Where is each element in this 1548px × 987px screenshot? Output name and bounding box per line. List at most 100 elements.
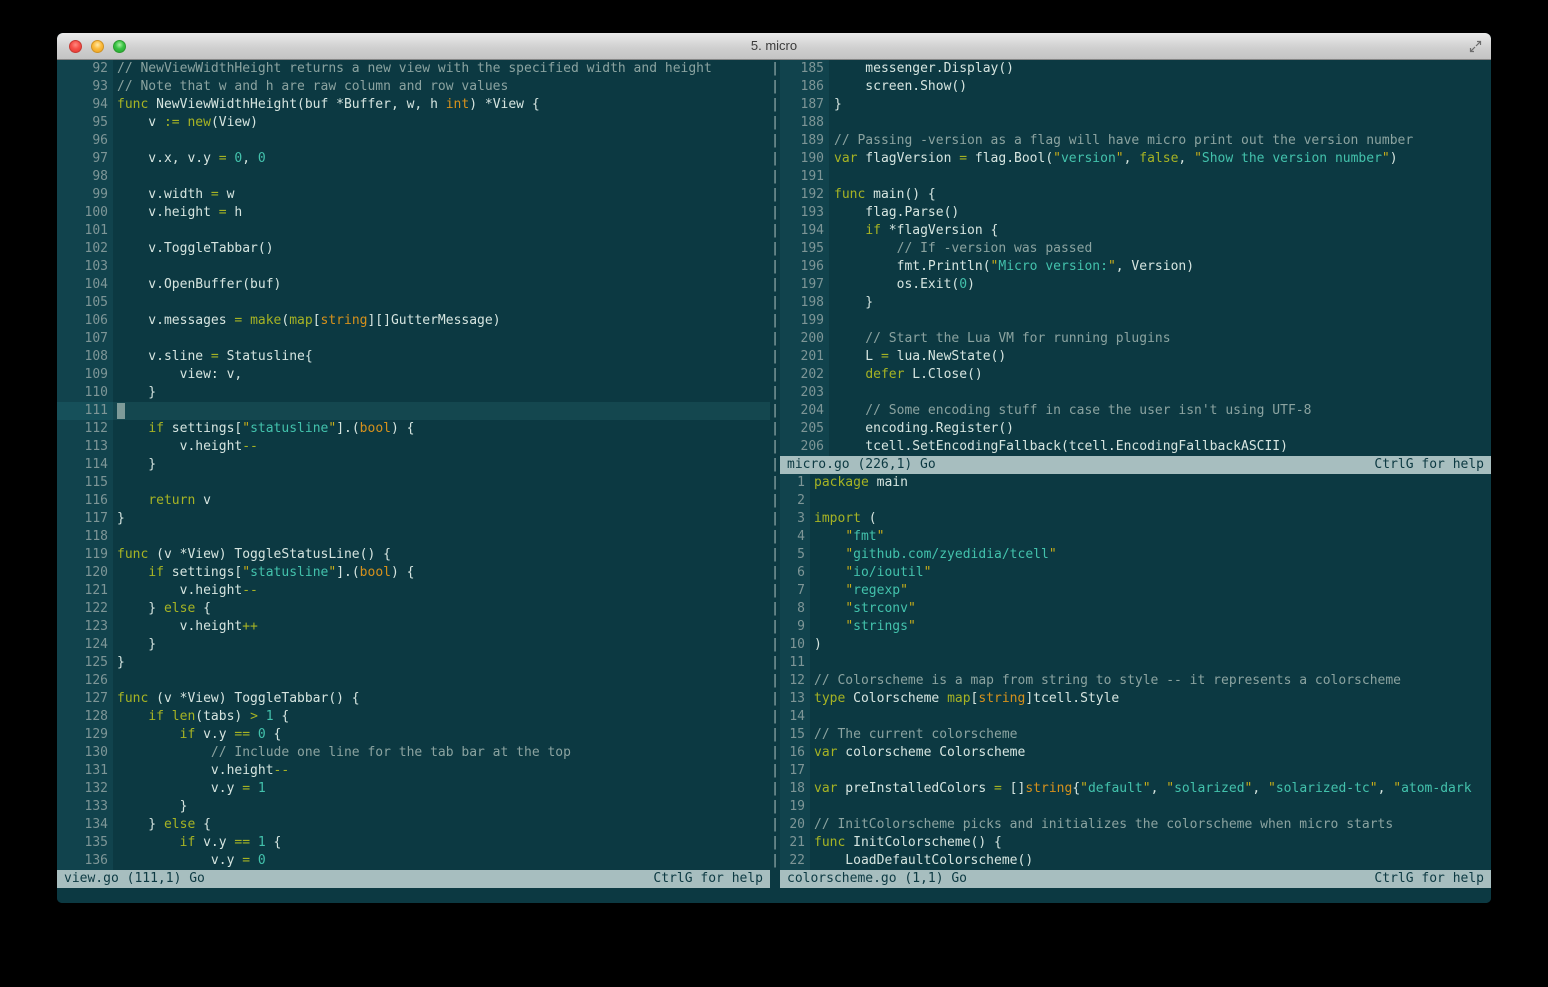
code-line[interactable]: 4 "fmt" bbox=[780, 528, 1491, 546]
code-line[interactable]: 135 if v.y == 1 { bbox=[57, 834, 770, 852]
code-line[interactable]: 136 v.y = 0 bbox=[57, 852, 770, 870]
code-line[interactable]: 124 } bbox=[57, 636, 770, 654]
code-line[interactable]: 201 L = lua.NewState() bbox=[780, 348, 1491, 366]
code-line[interactable]: 107 bbox=[57, 330, 770, 348]
code-line[interactable]: 187} bbox=[780, 96, 1491, 114]
code-line[interactable]: 121 v.height-- bbox=[57, 582, 770, 600]
code-line[interactable]: 198 } bbox=[780, 294, 1491, 312]
code-line[interactable]: 122 } else { bbox=[57, 600, 770, 618]
code-line[interactable]: 125} bbox=[57, 654, 770, 672]
code-line[interactable]: 5 "github.com/zyedidia/tcell" bbox=[780, 546, 1491, 564]
code-line[interactable]: 119 func (v *View) ToggleStatusLine() { bbox=[57, 546, 770, 564]
code-line[interactable]: 12 // Colorscheme is a map from string to… bbox=[780, 672, 1491, 690]
line-number: 185 bbox=[780, 60, 829, 78]
code-line[interactable]: 126 bbox=[57, 672, 770, 690]
code-line[interactable]: 127 func (v *View) ToggleTabbar() { bbox=[57, 690, 770, 708]
line-number: 194 bbox=[780, 222, 829, 240]
code-line[interactable]: 11 bbox=[780, 654, 1491, 672]
code-line[interactable]: 96 bbox=[57, 132, 770, 150]
code-line[interactable]: 95 v := new(View) bbox=[57, 114, 770, 132]
code-line[interactable]: 115 bbox=[57, 474, 770, 492]
code-line[interactable]: 6 "io/ioutil" bbox=[780, 564, 1491, 582]
code-line[interactable]: 102 v.ToggleTabbar() bbox=[57, 240, 770, 258]
code-line[interactable]: 130 // Include one line for the tab bar … bbox=[57, 744, 770, 762]
code-line[interactable]: 185 messenger.Display() bbox=[780, 60, 1491, 78]
code-line[interactable]: 132 v.y = 1 bbox=[57, 780, 770, 798]
code-line[interactable]: 104 v.OpenBuffer(buf) bbox=[57, 276, 770, 294]
code-line[interactable]: 3 import ( bbox=[780, 510, 1491, 528]
code-line[interactable]: 8 "strconv" bbox=[780, 600, 1491, 618]
code-line[interactable]: 1 package main bbox=[780, 474, 1491, 492]
code-line[interactable]: 191 bbox=[780, 168, 1491, 186]
code-line[interactable]: 112 if settings["statusline"].(bool) { bbox=[57, 420, 770, 438]
code-line[interactable]: 205 encoding.Register() bbox=[780, 420, 1491, 438]
code-line[interactable]: 19 bbox=[780, 798, 1491, 816]
code-line[interactable]: 133 } bbox=[57, 798, 770, 816]
code-line[interactable]: 7 "regexp" bbox=[780, 582, 1491, 600]
code-line[interactable]: 20 // InitColorscheme picks and initializ… bbox=[780, 816, 1491, 834]
code-line[interactable]: 195 // If -version was passed bbox=[780, 240, 1491, 258]
code-area-view-go[interactable]: 92 // NewViewWidthHeight returns a new vi… bbox=[57, 60, 770, 870]
code-line[interactable]: 123 v.height++ bbox=[57, 618, 770, 636]
code-line[interactable]: 196 fmt.Println("Micro version:", Versio… bbox=[780, 258, 1491, 276]
code-line[interactable]: 129 if v.y == 0 { bbox=[57, 726, 770, 744]
code-line[interactable]: 113 v.height-- bbox=[57, 438, 770, 456]
code-line[interactable]: 188 bbox=[780, 114, 1491, 132]
code-line[interactable]: 118 bbox=[57, 528, 770, 546]
code-line[interactable]: 10) bbox=[780, 636, 1491, 654]
terminal-window: 5. micro 92// NewViewWidthHeight returns… bbox=[57, 33, 1491, 903]
code-line[interactable]: 94 func NewViewWidthHeight(buf *Buffer, w… bbox=[57, 96, 770, 114]
code-line[interactable]: 204 // Some encoding stuff in case the u… bbox=[780, 402, 1491, 420]
code-line[interactable]: 21 func InitColorscheme() { bbox=[780, 834, 1491, 852]
code-line[interactable]: 189 // Passing -version as a flag will ha… bbox=[780, 132, 1491, 150]
code-line[interactable]: 190 var flagVersion = flag.Bool("version"… bbox=[780, 150, 1491, 168]
code-line[interactable]: 192 func main() { bbox=[780, 186, 1491, 204]
code-area-micro-go[interactable]: 185 messenger.Display() 186 screen.Show()… bbox=[780, 60, 1491, 456]
code-line[interactable]: 128 if len(tabs) > 1 { bbox=[57, 708, 770, 726]
code-line[interactable]: 99 v.width = w bbox=[57, 186, 770, 204]
code-line[interactable]: 100 v.height = h bbox=[57, 204, 770, 222]
code-line[interactable]: 97 v.x, v.y = 0, 0 bbox=[57, 150, 770, 168]
code-line[interactable]: 15 // The current colorscheme bbox=[780, 726, 1491, 744]
code-line[interactable]: 193 flag.Parse() bbox=[780, 204, 1491, 222]
code-line[interactable]: 186 screen.Show() bbox=[780, 78, 1491, 96]
code-line[interactable]: 101 bbox=[57, 222, 770, 240]
code-line[interactable]: 110 } bbox=[57, 384, 770, 402]
code-line[interactable]: 206 tcell.SetEncodingFallback(tcell.Enco… bbox=[780, 438, 1491, 456]
code-area-colorscheme-go[interactable]: 1 package main 2 3 import (4 "fmt" 5 "github.… bbox=[780, 474, 1491, 870]
code-line[interactable]: 9 "strings" bbox=[780, 618, 1491, 636]
code-line[interactable]: 98 bbox=[57, 168, 770, 186]
code-line[interactable]: 111 bbox=[57, 402, 770, 420]
code-text: flag.Parse() bbox=[834, 205, 960, 220]
code-line[interactable]: 108 v.sline = Statusline{ bbox=[57, 348, 770, 366]
code-line[interactable]: 92 // NewViewWidthHeight returns a new vi… bbox=[57, 60, 770, 78]
code-line[interactable]: 16 var colorscheme Colorscheme bbox=[780, 744, 1491, 762]
code-line[interactable]: 17 bbox=[780, 762, 1491, 780]
code-line[interactable]: 131 v.height-- bbox=[57, 762, 770, 780]
code-line[interactable]: 22 LoadDefaultColorscheme() bbox=[780, 852, 1491, 870]
code-line[interactable]: 13 type Colorscheme map[string]tcell.Styl… bbox=[780, 690, 1491, 708]
code-line[interactable]: 103 bbox=[57, 258, 770, 276]
code-line[interactable]: 134 } else { bbox=[57, 816, 770, 834]
code-line[interactable]: 117} bbox=[57, 510, 770, 528]
code-line[interactable]: 197 os.Exit(0) bbox=[780, 276, 1491, 294]
code-line[interactable]: 120 if settings["statusline"].(bool) { bbox=[57, 564, 770, 582]
code-text: v.x, v.y = 0, 0 bbox=[117, 151, 266, 166]
code-line[interactable]: 199 bbox=[780, 312, 1491, 330]
code-text: // Colorscheme is a map from string to s… bbox=[814, 673, 1401, 688]
code-line[interactable]: 202 defer L.Close() bbox=[780, 366, 1491, 384]
code-line[interactable]: 200 // Start the Lua VM for running plug… bbox=[780, 330, 1491, 348]
code-line[interactable]: 2 bbox=[780, 492, 1491, 510]
code-line[interactable]: 203 bbox=[780, 384, 1491, 402]
title-bar[interactable]: 5. micro bbox=[57, 33, 1491, 60]
code-line[interactable]: 109 view: v, bbox=[57, 366, 770, 384]
resize-icon[interactable] bbox=[1468, 39, 1483, 54]
code-line[interactable]: 116 return v bbox=[57, 492, 770, 510]
code-line[interactable]: 194 if *flagVersion { bbox=[780, 222, 1491, 240]
code-line[interactable]: 114 } bbox=[57, 456, 770, 474]
code-line[interactable]: 93 // Note that w and h are raw column an… bbox=[57, 78, 770, 96]
code-line[interactable]: 14 bbox=[780, 708, 1491, 726]
code-line[interactable]: 105 bbox=[57, 294, 770, 312]
code-line[interactable]: 106 v.messages = make(map[string][]Gutte… bbox=[57, 312, 770, 330]
code-line[interactable]: 18 var preInstalledColors = []string{"def… bbox=[780, 780, 1491, 798]
